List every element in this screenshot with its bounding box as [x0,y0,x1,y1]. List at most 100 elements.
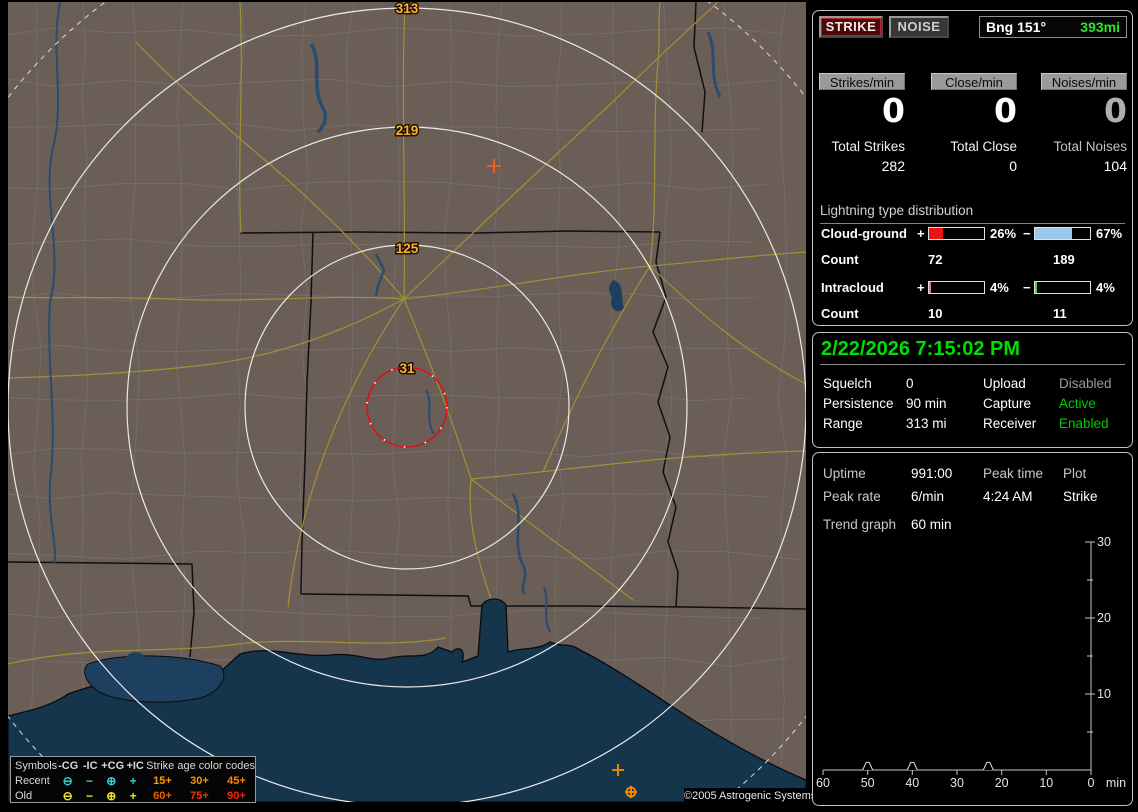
total-noises-label: Total Noises [1053,139,1127,154]
datetime-underline [820,364,1125,365]
cg-negative-pct: 67% [1096,226,1123,241]
noises-per-min-label: Noises/min [1041,73,1127,90]
peak-rate-value: 6/min [911,489,945,504]
ic-negative-fill [1035,282,1038,293]
legend-col-neg-ic: -IC [82,759,98,772]
cloud-ground-row: Cloud-ground + 26% − 67% [821,226,1130,241]
map-canvas: 313 219 125 31 [8,2,806,802]
cg-positive-fill [929,228,944,239]
total-noises-value: 104 [1103,158,1127,174]
bearing-distance: 393mi [1080,19,1120,35]
capture-label: Capture [983,396,1032,411]
strike-toggle-button[interactable]: STRIKE [819,16,883,38]
age-45: 45+ [227,774,246,787]
strikes-per-min-column: Strikes/min 0 [819,73,905,130]
status-panel: 2/22/2026 7:15:02 PM Squelch 0 Upload Di… [812,332,1133,448]
age-60: 60+ [153,789,172,802]
ic-negative-bar [1034,281,1091,294]
x-tick-20: 20 [995,776,1009,790]
datetime-display: 2/22/2026 7:15:02 PM [821,338,1021,360]
plot-value: Strike [1063,489,1098,504]
receiver-status: Enabled [1059,416,1109,431]
ic-positive-fill [929,282,932,293]
plot-label: Plot [1063,466,1087,481]
close-per-min-column: Close/min 0 [931,73,1017,130]
strike-stats-panel: STRIKE NOISE Bng 151° 393mi Strikes/min … [812,10,1133,326]
legend-recent-row: Recent ⊖ − ⊕ + 15+ 30+ 45+ [15,773,255,788]
ic-negative-count: 11 [1053,306,1067,321]
total-strikes-value: 282 [881,158,905,174]
minus-sign: − [1023,226,1031,241]
ring-label-313: 313 [396,2,419,16]
ic-positive-count: 10 [928,306,943,321]
noises-per-min-column: Noises/min 0 [1041,73,1127,130]
cg-positive-bar [928,227,985,240]
x-tick-60: 60 [816,776,830,790]
legend-recent-label: Recent [15,774,50,787]
map-legend: Symbols -CG -IC +CG +IC Strike age color… [10,756,256,803]
intracloud-row: Intracloud + 4% − 4% [821,280,1130,295]
ring-label-219: 219 [396,123,419,138]
squelch-label: Squelch [823,376,872,391]
age-15: 15+ [153,774,172,787]
total-strikes-label: Total Strikes [831,139,905,154]
upload-label: Upload [983,376,1026,391]
old-pos-ic-icon: + [129,788,137,803]
legend-old-row: Old ⊖ − ⊕ + 60+ 75+ 90+ [15,788,255,803]
minus-sign: − [1023,280,1031,295]
peak-rate-label: Peak rate [823,489,881,504]
total-close-label: Total Close [950,139,1017,154]
strikes-per-min-label: Strikes/min [819,73,905,90]
age-75: 75+ [190,789,209,802]
x-tick-50: 50 [861,776,875,790]
strikes-per-min-value: 0 [882,91,905,130]
x-tick-30: 30 [950,776,964,790]
count-label: Count [821,306,859,321]
cloud-ground-label: Cloud-ground [821,226,907,241]
lightning-map[interactable]: 313 219 125 31 Symbols -CG -IC +CG +IC S… [8,2,817,804]
capture-status: Active [1059,396,1096,411]
noises-per-min-value: 0 [1104,91,1127,130]
cloud-ground-count-row: Count 72 189 [821,252,1075,267]
legend-age-header: Strike age color codes [146,759,256,772]
recent-pos-cg-icon: ⊕ [106,773,117,788]
plus-sign: + [917,280,925,295]
x-axis-unit: min [1106,776,1126,790]
y-tick-30: 30 [1097,535,1111,549]
recent-neg-ic-icon: − [85,773,93,788]
x-tick-0: 0 [1088,776,1095,790]
noise-toggle-button[interactable]: NOISE [889,16,949,38]
age-30: 30+ [190,774,209,787]
trend-graph: 30 20 10 60 50 40 30 20 10 0 min [816,535,1126,790]
persistence-value: 90 min [906,396,947,411]
intracloud-count-row: Count 10 11 [821,306,1067,321]
ring-label-125: 125 [396,241,419,256]
range-row: Range 313 mi Receiver Enabled [823,416,1109,431]
peak-time-label: Peak time [983,466,1044,481]
legend-col-pos-ic: +IC [126,759,144,772]
old-pos-cg-icon: ⊕ [106,788,117,803]
persistence-row: Persistence 90 min Capture Active [823,396,1096,411]
squelch-value: 0 [906,376,914,391]
uptime-label: Uptime [823,466,866,481]
count-label: Count [821,252,859,267]
legend-header-row: Symbols -CG -IC +CG +IC Strike age color… [15,758,255,773]
range-value: 313 mi [906,416,947,431]
old-neg-ic-icon: − [85,788,93,803]
x-tick-10: 10 [1039,776,1053,790]
ic-positive-bar [928,281,985,294]
y-tick-10: 10 [1097,687,1111,701]
copyright-notice: ©2005 Astrogenic Systems [684,788,817,804]
ic-negative-pct: 4% [1096,280,1115,295]
legend-old-label: Old [15,789,33,802]
cg-negative-fill [1035,228,1072,239]
peak-time-value: 4:24 AM [983,489,1033,504]
cg-negative-bar [1034,227,1091,240]
recent-pos-ic-icon: + [129,773,137,788]
uptime-row: Uptime 991:00 Peak time Plot [823,466,1086,481]
nexstorm-window: 313 219 125 31 Symbols -CG -IC +CG +IC S… [0,0,1138,812]
upload-status: Disabled [1059,376,1112,391]
close-per-min-label: Close/min [931,73,1017,90]
legend-col-neg-cg: -CG [58,759,79,772]
uptime-value: 991:00 [911,466,953,481]
